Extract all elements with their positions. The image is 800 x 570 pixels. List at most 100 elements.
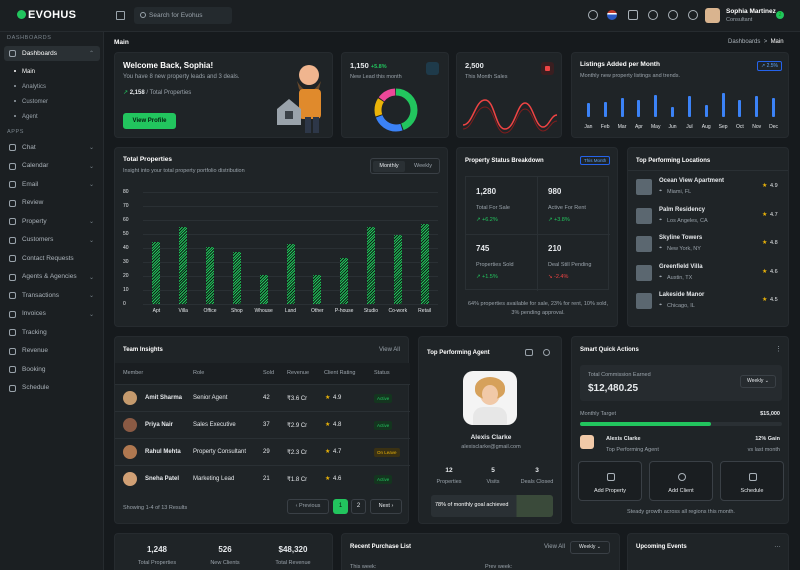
menu-toggle-icon[interactable] bbox=[116, 11, 125, 20]
location-thumbnail bbox=[636, 179, 652, 195]
star-icon: ★ bbox=[325, 395, 331, 401]
star-icon: ★ bbox=[325, 422, 331, 428]
purchase-period-select[interactable]: Weekly ⌄ bbox=[570, 541, 610, 554]
cell-role: Property Consultant bbox=[193, 449, 247, 455]
sidebar-item-invoices[interactable]: Invoices ⌄ bbox=[4, 307, 100, 322]
summary-stat-label: New Clients bbox=[210, 560, 240, 566]
sidebar-item-label: Revenue bbox=[22, 347, 49, 354]
sidebar-sub-customer[interactable]: Customer bbox=[14, 99, 48, 105]
sidebar-item-schedule[interactable]: Schedule bbox=[4, 381, 100, 396]
add-property-button[interactable]: Add Property bbox=[578, 461, 642, 501]
phone-icon[interactable] bbox=[543, 349, 550, 356]
summary-stat-value: 526 bbox=[218, 545, 232, 554]
listing-month-label: May bbox=[651, 124, 661, 130]
sidebar-item-revenue[interactable]: Revenue bbox=[4, 344, 100, 359]
commission-label: Total Commission Earned bbox=[588, 372, 651, 378]
schedule-button[interactable]: Schedule bbox=[720, 461, 784, 501]
sidebar-item-customers[interactable]: Customers ⌄ bbox=[4, 233, 100, 248]
table-row[interactable]: Rahul Mehta Property Consultant 29 ₹2.3 Cr ★… bbox=[115, 438, 410, 465]
team-title: Team Insights bbox=[123, 347, 163, 353]
location-city: Austin, TX bbox=[667, 274, 693, 281]
sidebar-item-chat[interactable]: Chat ⌄ bbox=[4, 140, 100, 155]
settings-icon[interactable] bbox=[588, 10, 598, 20]
pagination-page-2[interactable]: 2 bbox=[351, 499, 366, 514]
sidebar-item-property[interactable]: Property ⌄ bbox=[4, 214, 100, 229]
more-options-icon[interactable]: ⋮ bbox=[775, 345, 782, 353]
x-tick-label: Co-work bbox=[388, 308, 408, 314]
sidebar-item-calendar[interactable]: Calendar ⌄ bbox=[4, 159, 100, 174]
purchase-view-all-link[interactable]: View All bbox=[544, 544, 565, 550]
add-client-button[interactable]: Add Client bbox=[649, 461, 713, 501]
listing-month-label: Nov bbox=[752, 124, 762, 130]
sidebar-sub-analytics[interactable]: Analytics bbox=[14, 84, 46, 90]
trend-up-icon: ↗ bbox=[476, 217, 481, 223]
welcome-count: 2,158 bbox=[129, 90, 145, 96]
sidebar-item-review[interactable]: Review bbox=[4, 196, 100, 211]
tab-weekly[interactable]: Weekly bbox=[407, 161, 439, 172]
sidebar-app-icon bbox=[9, 236, 16, 244]
x-tick-label: Whouse bbox=[254, 308, 273, 314]
section-dashboards: DASHBOARDS bbox=[7, 35, 52, 41]
listing-bar bbox=[637, 99, 641, 117]
view-profile-button[interactable]: View Profile bbox=[123, 113, 176, 129]
breadcrumb-parent[interactable]: Dashboards bbox=[728, 39, 760, 45]
pagination-next-button[interactable]: Next › bbox=[370, 499, 402, 514]
user-name[interactable]: Sophia Martinez bbox=[726, 8, 776, 15]
chart-icon[interactable] bbox=[426, 62, 439, 75]
search-box[interactable] bbox=[134, 7, 232, 24]
location-item[interactable]: Lakeside Manor ⌖ Chicago, IL ★ 4.5 bbox=[628, 288, 788, 314]
team-view-all-link[interactable]: View All bbox=[379, 347, 400, 353]
period-tabs: Monthly Weekly bbox=[370, 158, 440, 174]
table-row[interactable]: Amit Sharma Senior Agent 42 ₹3.6 Cr ★ 4.9 Acti… bbox=[115, 384, 410, 411]
language-flag-icon[interactable] bbox=[607, 10, 617, 20]
more-options-icon[interactable]: … bbox=[774, 542, 781, 549]
pagination-prev-button[interactable]: ‹ Previous bbox=[287, 499, 329, 514]
map-pin-icon: ⌖ bbox=[659, 302, 663, 308]
y-tick-label: 10 bbox=[123, 287, 129, 293]
sidebar-sub-main[interactable]: Main bbox=[14, 69, 35, 75]
sidebar-item-label: Review bbox=[22, 199, 44, 206]
pagination-page-1[interactable]: 1 bbox=[333, 499, 348, 514]
location-item[interactable]: Ocean View Apartment ⌖ Miami, FL ★ 4.9 bbox=[628, 174, 788, 200]
apps-grid-icon[interactable] bbox=[628, 10, 638, 20]
section-apps: APPS bbox=[7, 129, 25, 135]
agent-email[interactable]: alexisclarke@gmail.com bbox=[419, 444, 563, 450]
sidebar-sub-agent[interactable]: Agent bbox=[14, 114, 38, 120]
sidebar-item-agents-agencies[interactable]: Agents & Agencies ⌄ bbox=[4, 270, 100, 285]
table-row[interactable]: Priya Nair Sales Executive 37 ₹2.9 Cr ★ 4.8 Ac… bbox=[115, 411, 410, 438]
sidebar-item-booking[interactable]: Booking bbox=[4, 362, 100, 377]
brand-logo[interactable]: EVOHUS bbox=[17, 9, 76, 21]
sidebar-item-transactions[interactable]: Transactions ⌄ bbox=[4, 288, 100, 303]
agent-illustration bbox=[277, 65, 321, 133]
period-select[interactable]: Weekly ⌄ bbox=[740, 375, 776, 388]
location-item[interactable]: Palm Residency ⌖ Los Angeles, CA ★ 4.7 bbox=[628, 203, 788, 229]
tab-monthly[interactable]: Monthly bbox=[373, 161, 405, 172]
col-member: Member bbox=[123, 370, 144, 376]
message-icon[interactable] bbox=[525, 349, 533, 356]
notification-bell-icon[interactable] bbox=[668, 10, 678, 20]
sidebar-sub-label: Agent bbox=[22, 114, 38, 120]
sidebar-item-contact-requests[interactable]: Contact Requests bbox=[4, 251, 100, 266]
status-label: Active For Rent bbox=[548, 205, 586, 211]
location-item[interactable]: Skyline Towers ⌖ New York, NY ★ 4.8 bbox=[628, 231, 788, 257]
sidebar-sub-label: Analytics bbox=[22, 84, 47, 90]
search-input[interactable] bbox=[149, 8, 229, 23]
table-row[interactable]: Sneha Patel Marketing Lead 21 ₹1.8 Cr ★ 4.6 Ac… bbox=[115, 465, 410, 492]
user-avatar[interactable] bbox=[705, 8, 720, 23]
x-tick-label: Retail bbox=[418, 308, 431, 314]
prev-week-label: Prev week: bbox=[485, 564, 513, 570]
chevron-down-icon: ⌄ bbox=[88, 219, 94, 225]
location-item[interactable]: Greenfield Villa ⌖ Austin, TX ★ 4.6 bbox=[628, 260, 788, 286]
location-city: Los Angeles, CA bbox=[667, 217, 708, 224]
sidebar-item-tracking[interactable]: Tracking bbox=[4, 325, 100, 340]
alert-icon[interactable] bbox=[541, 62, 554, 75]
theme-toggle-icon[interactable] bbox=[688, 10, 698, 20]
summary-stat-label: Total Properties bbox=[137, 560, 177, 566]
sidebar-item-dashboards[interactable]: Dashboards ⌃ bbox=[4, 46, 100, 61]
cart-icon[interactable] bbox=[648, 10, 658, 20]
sidebar-item-email[interactable]: Email ⌄ bbox=[4, 177, 100, 192]
listing-month-label: Oct bbox=[736, 124, 744, 130]
cell-revenue: ₹2.9 Cr bbox=[287, 423, 308, 429]
status-badge: Active bbox=[374, 394, 393, 403]
status-label: Total For Sale bbox=[476, 205, 510, 211]
